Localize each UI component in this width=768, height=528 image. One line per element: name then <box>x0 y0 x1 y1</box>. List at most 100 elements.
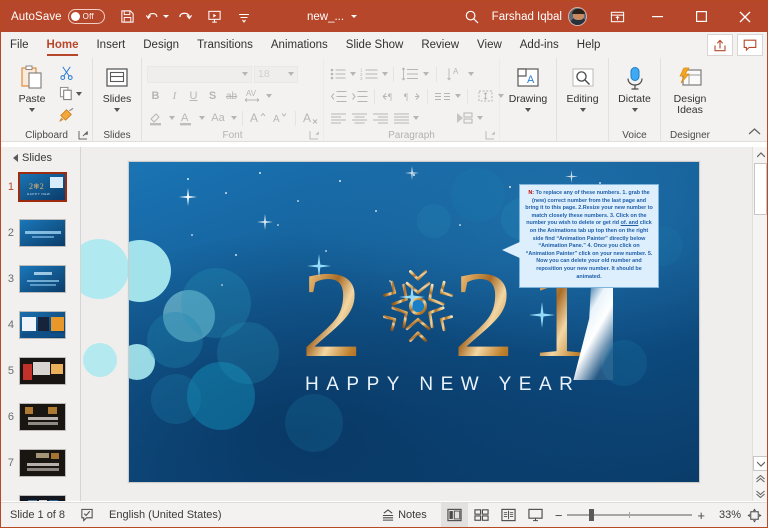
editing-button[interactable]: Editing <box>560 61 606 112</box>
tab-help[interactable]: Help <box>568 32 610 58</box>
triangle-collapse-icon[interactable] <box>13 154 18 162</box>
columns-button[interactable] <box>433 88 453 105</box>
close-button[interactable] <box>723 1 767 32</box>
align-left-button[interactable] <box>329 110 348 127</box>
list-item[interactable]: 5 <box>1 350 80 392</box>
tab-slide-show[interactable]: Slide Show <box>337 32 413 58</box>
font-size-caret[interactable] <box>288 72 294 76</box>
list-item[interactable]: 6 <box>1 396 80 438</box>
drawing-button[interactable]: A Drawing <box>503 61 553 112</box>
ribbon-display-options-icon[interactable] <box>599 5 635 29</box>
zoom-slider[interactable]: − + <box>549 508 711 523</box>
list-item[interactable]: 4 <box>1 304 80 346</box>
fit-to-window-button[interactable] <box>741 503 767 528</box>
dictate-button[interactable]: Dictate <box>612 61 658 112</box>
instructions-callout[interactable]: N: To replace any of these numbers. 1. g… <box>519 184 659 288</box>
justify-button[interactable] <box>392 110 411 127</box>
customize-quick-access-toolbar-icon[interactable] <box>231 5 257 29</box>
bullets-button[interactable] <box>329 66 348 83</box>
font-name-caret[interactable] <box>242 72 248 76</box>
text-direction-button[interactable]: A <box>444 66 466 83</box>
decrease-indent-button[interactable] <box>329 88 348 105</box>
undo-icon[interactable] <box>144 5 170 29</box>
line-spacing-caret[interactable] <box>423 72 429 76</box>
tab-add-ins[interactable]: Add-ins <box>511 32 568 58</box>
slides-dropdown-caret[interactable] <box>114 108 120 112</box>
document-name-caret[interactable] <box>351 15 357 18</box>
tab-design[interactable]: Design <box>134 32 188 58</box>
slide-thumbnail-panel[interactable]: Slides 1 2❄2 HAPPY NEW 2 <box>1 147 81 501</box>
paste-dropdown-caret[interactable] <box>29 108 35 112</box>
avatar[interactable] <box>568 7 587 26</box>
design-ideas-button[interactable]: Design Ideas <box>664 61 716 115</box>
font-color-button[interactable]: A <box>177 110 197 127</box>
increase-indent-button[interactable] <box>350 88 369 105</box>
greeting-text[interactable]: HAPPY NEW YEAR <box>305 374 580 396</box>
copy-dropdown-caret[interactable] <box>76 92 82 96</box>
character-spacing-caret[interactable] <box>266 94 272 98</box>
scroll-up-button[interactable] <box>753 147 767 162</box>
undo-dropdown-caret[interactable] <box>163 15 169 18</box>
document-name[interactable]: new_... <box>307 11 357 23</box>
slide-canvas[interactable]: 2 2 1 <box>128 161 700 483</box>
rtl-text-direction-button[interactable]: ¶ <box>402 88 422 105</box>
thumbnail-7[interactable] <box>19 449 66 477</box>
font-size-input[interactable]: 18 <box>254 66 298 83</box>
thumbnail-5[interactable] <box>19 357 66 385</box>
thumbnail-2[interactable] <box>19 219 66 247</box>
tab-insert[interactable]: Insert <box>87 32 134 58</box>
thumbnail-3[interactable] <box>19 265 66 293</box>
underline-button[interactable]: U <box>185 88 202 105</box>
cut-button[interactable] <box>57 63 84 82</box>
change-case-caret[interactable] <box>231 116 237 120</box>
editing-dropdown-caret[interactable] <box>580 108 586 112</box>
clipboard-dialog-launcher[interactable] <box>78 130 89 141</box>
previous-slide-button[interactable] <box>753 471 767 486</box>
numbering-caret[interactable] <box>382 72 388 76</box>
list-item[interactable]: 1 2❄2 HAPPY NEW <box>1 166 80 208</box>
slides-button[interactable]: Slides <box>94 61 140 112</box>
paste-button[interactable]: Paste <box>9 61 55 112</box>
character-spacing-button[interactable]: AV <box>242 88 264 105</box>
list-item[interactable]: 7 <box>1 442 80 484</box>
comments-button[interactable] <box>737 34 763 56</box>
text-highlight-caret[interactable] <box>169 116 175 120</box>
autosave-toggle[interactable]: Off <box>68 9 105 24</box>
change-case-button[interactable]: Aa <box>207 110 229 127</box>
language-indicator[interactable]: English (United States) <box>100 503 231 528</box>
normal-view-button[interactable] <box>441 503 468 528</box>
font-color-caret[interactable] <box>199 116 205 120</box>
thumbnail-8[interactable] <box>19 495 66 501</box>
thumbnail-4[interactable] <box>19 311 66 339</box>
text-highlight-color-button[interactable] <box>147 110 167 127</box>
scroll-down-button[interactable] <box>753 456 767 471</box>
increase-font-size-button[interactable]: A <box>248 110 268 127</box>
thumbnail-1[interactable]: 2❄2 HAPPY NEW <box>19 173 66 201</box>
start-presentation-icon[interactable] <box>202 5 228 29</box>
line-spacing-button[interactable] <box>399 66 421 83</box>
collapse-ribbon-button[interactable] <box>748 127 761 139</box>
slide-show-button[interactable] <box>522 503 549 528</box>
text-direction-caret[interactable] <box>468 72 474 76</box>
italic-button[interactable]: I <box>166 88 183 105</box>
bullets-caret[interactable] <box>350 72 356 76</box>
list-item[interactable]: 8 <box>1 488 80 501</box>
spellcheck-icon[interactable] <box>74 503 100 528</box>
align-text-button[interactable] <box>474 88 496 105</box>
save-icon[interactable] <box>115 5 141 29</box>
numbering-button[interactable]: 123 <box>358 66 380 83</box>
align-right-button[interactable] <box>371 110 390 127</box>
tab-file[interactable]: File <box>1 32 38 58</box>
redo-icon[interactable] <box>173 5 199 29</box>
notes-button[interactable]: Notes <box>372 503 441 528</box>
search-icon[interactable] <box>452 5 492 29</box>
copy-button[interactable] <box>57 84 84 103</box>
tab-transitions[interactable]: Transitions <box>188 32 262 58</box>
zoom-percent-label[interactable]: 33% <box>711 509 741 521</box>
tab-animations[interactable]: Animations <box>262 32 337 58</box>
paragraph-dialog-launcher[interactable] <box>485 130 496 141</box>
share-button[interactable] <box>707 34 733 56</box>
clear-all-formatting-button[interactable]: A <box>301 110 321 127</box>
smartart-caret[interactable] <box>477 116 483 120</box>
zoom-out-button[interactable]: − <box>555 508 563 523</box>
